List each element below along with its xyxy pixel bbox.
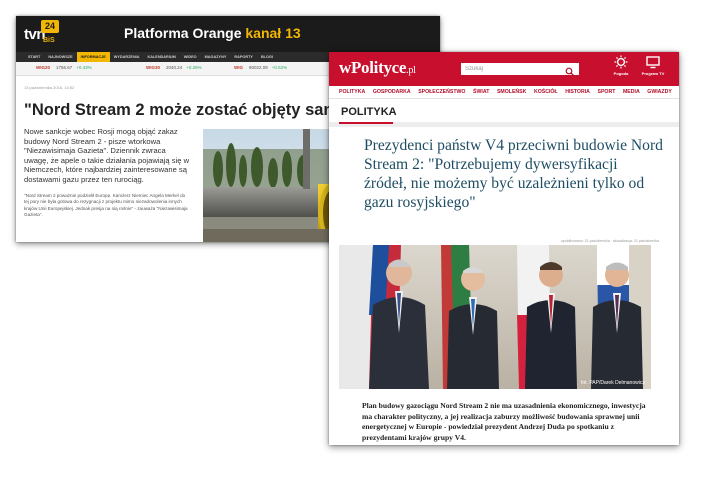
ticker-value: 1756.67 bbox=[56, 65, 73, 70]
wpolityce-nav-item[interactable]: ŚWIAT bbox=[473, 86, 497, 99]
weather-label: Pogoda bbox=[613, 71, 629, 76]
tvn24-logo-sub: BiS bbox=[43, 37, 55, 44]
platform-banner-channel: kanał 13 bbox=[245, 25, 301, 41]
wpolityce-nav-item[interactable]: GOSPODARKA bbox=[373, 86, 418, 99]
wpolityce-nav-item[interactable]: HISTORIA bbox=[565, 86, 597, 99]
photo-credit: fot. PAP/Darek Delmanowicz bbox=[581, 380, 645, 386]
section-title[interactable]: POLITYKA bbox=[341, 106, 397, 118]
screenshot-collage: tvn 24 BiS Platforma Orange kanał 13 STA… bbox=[0, 0, 727, 487]
platform-banner[interactable]: Platforma Orange kanał 13 bbox=[124, 25, 301, 41]
wpolityce-page: wPolityce.pl Pogoda bbox=[329, 52, 679, 445]
tvn24-nav-item[interactable]: KALENDARIUM bbox=[143, 52, 179, 62]
ticker-change: +0.43% bbox=[76, 65, 92, 70]
wpolityce-logo[interactable]: wPolityce.pl bbox=[339, 58, 416, 78]
wpolityce-logo-main: wPolityce bbox=[339, 58, 407, 77]
article-lead: Nowe sankcje wobec Rosji mogą objąć zaka… bbox=[24, 127, 190, 184]
ticker-change: +0.26% bbox=[186, 65, 202, 70]
tvn24-logo-badge: 24 bbox=[41, 20, 59, 33]
ticker-value: 2040.24 bbox=[166, 65, 183, 70]
tv-program-label: Program TV bbox=[641, 71, 665, 76]
ticker-value: 60022.09 bbox=[249, 65, 268, 70]
ticker-item[interactable]: WIG 60022.09 +0.52% bbox=[234, 65, 287, 70]
ticker-item[interactable]: WIG20 1756.67 +0.43% bbox=[36, 65, 92, 70]
weather-button[interactable]: Pogoda bbox=[607, 55, 635, 76]
wpolityce-nav-item[interactable]: MEDIA bbox=[623, 86, 647, 99]
section-divider bbox=[329, 122, 679, 127]
platform-banner-main: Platforma Orange bbox=[124, 25, 246, 41]
tvn24-nav-item[interactable]: WIDEO bbox=[180, 52, 201, 62]
tv-icon bbox=[646, 56, 660, 69]
wpolityce-nav-item[interactable]: POLITYKA bbox=[339, 86, 373, 99]
article-date: 13 października 2016, 14:52 bbox=[24, 85, 75, 90]
ticker-change: +0.52% bbox=[271, 65, 288, 70]
wpolityce-nav-item[interactable]: GWIAZDY bbox=[647, 86, 679, 99]
tvn24-nav-item[interactable]: WYDARZENIA bbox=[110, 52, 144, 62]
ticker-name: WIG20 bbox=[36, 65, 51, 70]
tvn24-bis-logo[interactable]: tvn 24 BiS bbox=[24, 20, 62, 46]
wpolityce-main-nav: POLITYKA GOSPODARKA SPOŁECZEŃSTWO ŚWIAT … bbox=[329, 86, 679, 99]
article-title[interactable]: Prezydenci państw V4 przeciwni budowie N… bbox=[364, 136, 664, 212]
tvn24-nav-item[interactable]: BLOGI bbox=[257, 52, 277, 62]
wpolityce-nav-item[interactable]: SPORT bbox=[598, 86, 623, 99]
tvn24-nav-item[interactable]: START bbox=[24, 52, 44, 62]
section-divider-accent bbox=[339, 122, 393, 124]
article-lead: Plan budowy gazociągu Nord Stream 2 nie … bbox=[362, 401, 646, 442]
search-input[interactable] bbox=[461, 63, 579, 75]
ticker-name: WIG30 bbox=[146, 65, 161, 70]
presidents-photo: fot. PAP/Darek Delmanowicz bbox=[339, 245, 651, 389]
wpolityce-nav-item[interactable]: KOŚCIÓŁ bbox=[534, 86, 565, 99]
tvn24-nav-item-active[interactable]: INFORMACJE bbox=[76, 52, 110, 62]
wpolityce-header: wPolityce.pl Pogoda bbox=[329, 52, 679, 86]
ticker-item[interactable]: WIG30 2040.24 +0.26% bbox=[146, 65, 202, 70]
tvn24-nav-item[interactable]: NAJNOWSZE bbox=[44, 52, 76, 62]
wpolityce-nav-item[interactable]: SMOLEŃSK bbox=[497, 86, 534, 99]
article-meta: opublikowano: 21 października · aktualiz… bbox=[560, 239, 659, 243]
tvn24-nav-item[interactable]: MAGAZYNY bbox=[201, 52, 231, 62]
tvn24-nav-item[interactable]: RAPORTY bbox=[230, 52, 257, 62]
article-quote: "Nord Stream 2 poważnie podzielił Europę… bbox=[24, 193, 188, 218]
search-icon[interactable] bbox=[565, 64, 575, 77]
tvn24-header: tvn 24 BiS Platforma Orange kanał 13 bbox=[16, 16, 440, 52]
wpolityce-logo-domain: .pl bbox=[406, 65, 416, 76]
article-headline[interactable]: "Nord Stream 2 może zostać objęty sankcj… bbox=[24, 101, 366, 120]
sun-icon bbox=[614, 55, 628, 69]
ticker-name: WIG bbox=[234, 65, 243, 70]
tv-program-button[interactable]: Program TV bbox=[639, 55, 667, 76]
wpolityce-nav-item[interactable]: SPOŁECZEŃSTWO bbox=[418, 86, 473, 99]
